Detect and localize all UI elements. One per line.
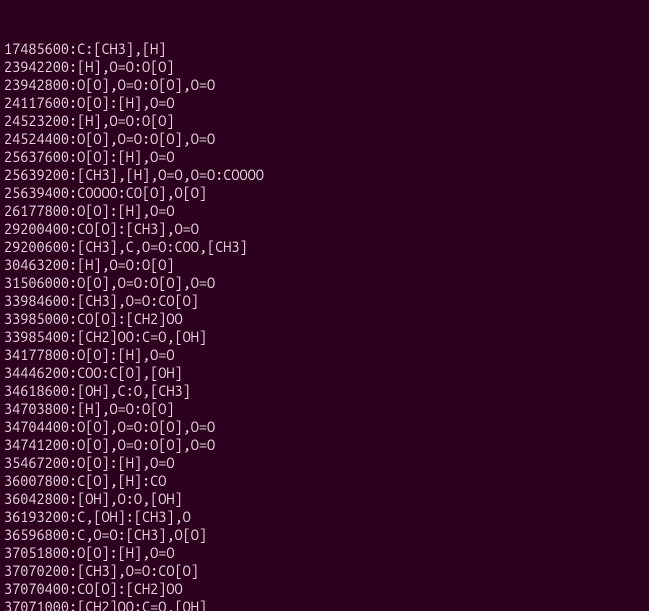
- output-line: 33985400:[CH2]OO:C=O,[OH]: [4, 328, 645, 346]
- output-line: 24117600:O[O]:[H],O=O: [4, 94, 645, 112]
- output-line: 26177800:O[O]:[H],O=O: [4, 202, 645, 220]
- output-line: 37070200:[CH3],O=O:CO[O]: [4, 562, 645, 580]
- output-line: 34741200:O[O],O=O:O[O],O=O: [4, 436, 645, 454]
- terminal-output[interactable]: 17485600:C:[CH3],[H]23942200:[H],O=O:O[O…: [4, 4, 645, 611]
- output-line: 29200400:CO[O]:[CH3],O=O: [4, 220, 645, 238]
- output-line: 25639200:[CH3],[H],O=O,O=O:COOOO: [4, 166, 645, 184]
- output-line: 37071000:[CH2]OO:C=O,[OH]: [4, 598, 645, 611]
- output-line: 36596800:C,O=O:[CH3],O[O]: [4, 526, 645, 544]
- output-line: 25637600:O[O]:[H],O=O: [4, 148, 645, 166]
- output-line: 34618600:[OH],C:O,[CH3]: [4, 382, 645, 400]
- output-line: 36007800:C[O],[H]:CO: [4, 472, 645, 490]
- output-line: 24523200:[H],O=O:O[O]: [4, 112, 645, 130]
- output-line: 24524400:O[O],O=O:O[O],O=O: [4, 130, 645, 148]
- output-line: 34177800:O[O]:[H],O=O: [4, 346, 645, 364]
- output-line: 33985000:CO[O]:[CH2]OO: [4, 310, 645, 328]
- output-line: 23942200:[H],O=O:O[O]: [4, 58, 645, 76]
- output-line: 37070400:CO[O]:[CH2]OO: [4, 580, 645, 598]
- output-line: 29200600:[CH3],C,O=O:COO,[CH3]: [4, 238, 645, 256]
- output-line: 36193200:C,[OH]:[CH3],O: [4, 508, 645, 526]
- output-line: 30463200:[H],O=O:O[O]: [4, 256, 645, 274]
- output-line: 33984600:[CH3],O=O:CO[O]: [4, 292, 645, 310]
- output-line: 34446200:COO:C[O],[OH]: [4, 364, 645, 382]
- output-line: 25639400:COOOO:CO[O],O[O]: [4, 184, 645, 202]
- output-line: 37051800:O[O]:[H],O=O: [4, 544, 645, 562]
- output-line: 36042800:[OH],O:O,[OH]: [4, 490, 645, 508]
- output-line: 17485600:C:[CH3],[H]: [4, 40, 645, 58]
- output-line: 34703800:[H],O=O:O[O]: [4, 400, 645, 418]
- output-line: 31506000:O[O],O=O:O[O],O=O: [4, 274, 645, 292]
- output-line: 23942800:O[O],O=O:O[O],O=O: [4, 76, 645, 94]
- output-line: 35467200:O[O]:[H],O=O: [4, 454, 645, 472]
- output-line: 34704400:O[O],O=O:O[O],O=O: [4, 418, 645, 436]
